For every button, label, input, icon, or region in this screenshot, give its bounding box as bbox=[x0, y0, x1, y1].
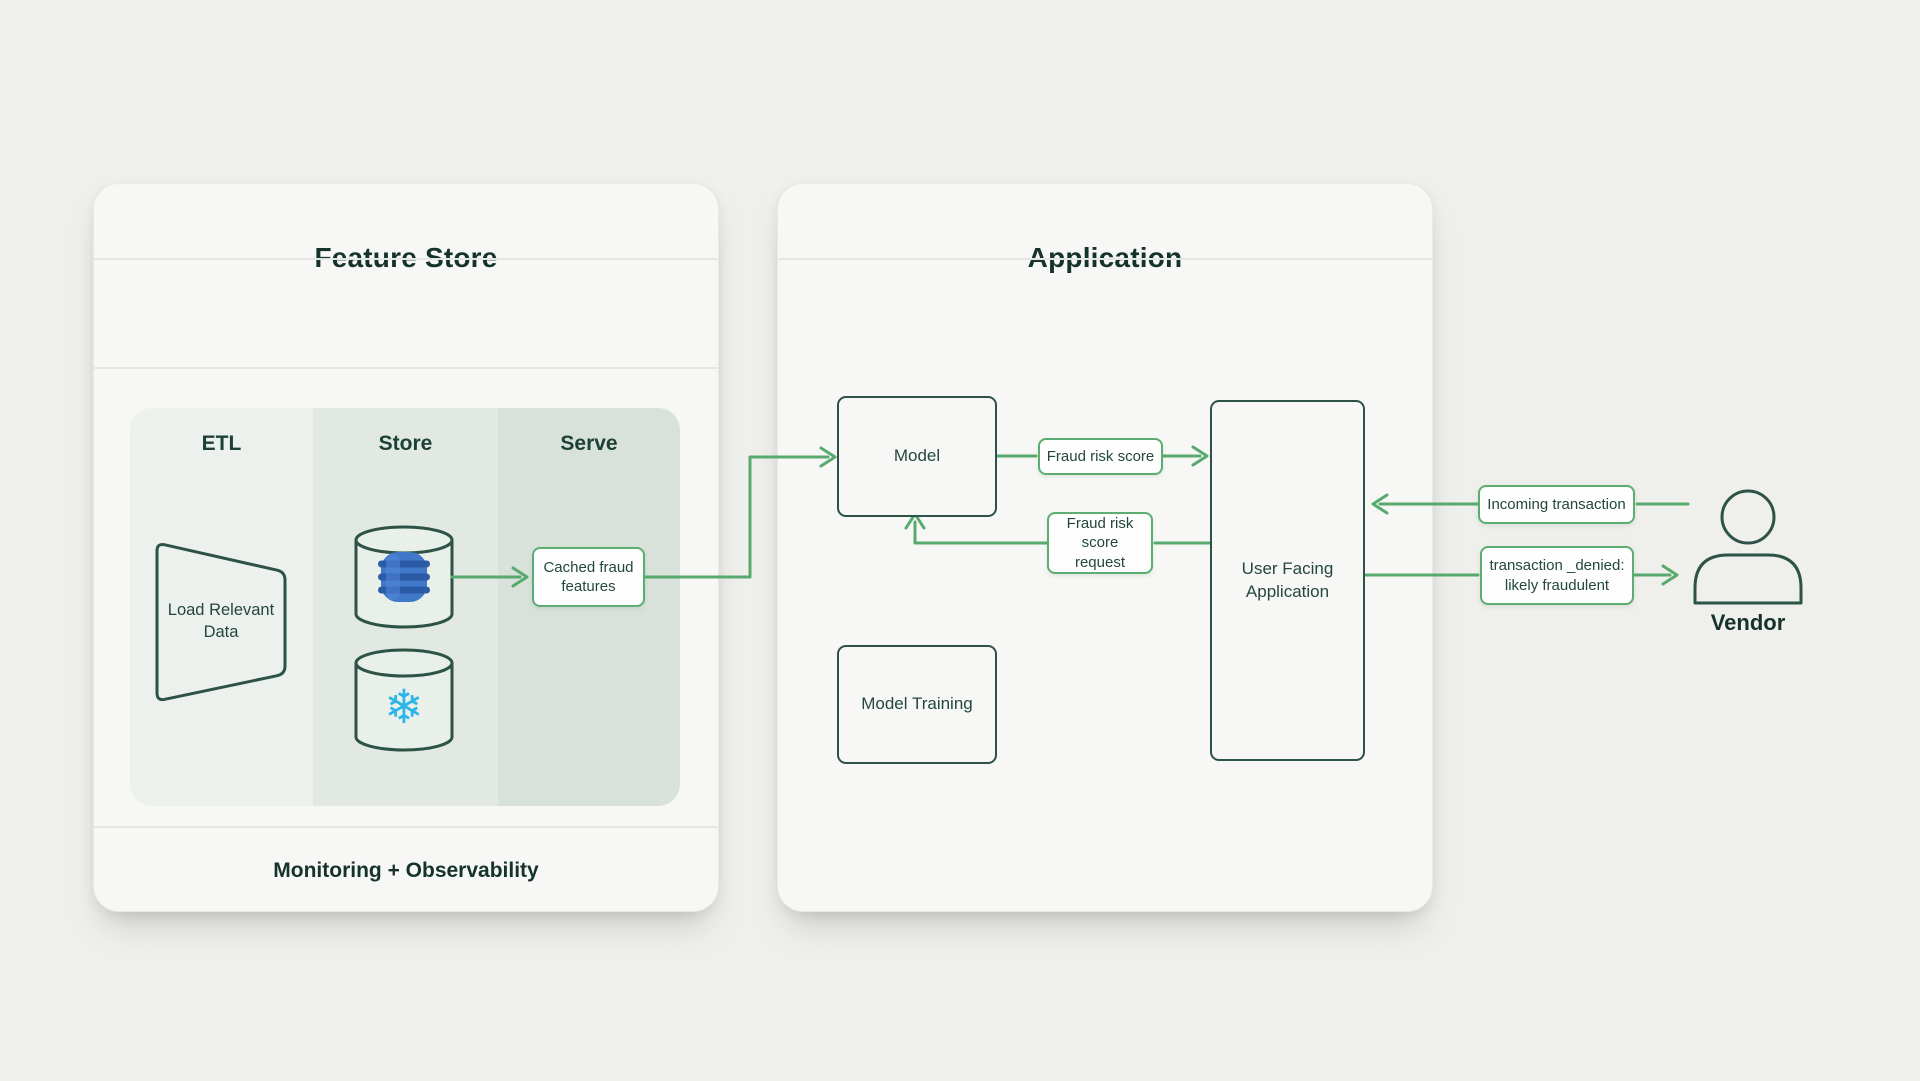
arrow-store-to-cached-features bbox=[452, 568, 527, 586]
vendor-label: Vendor bbox=[1688, 610, 1808, 636]
snowflake-icon: ❄ bbox=[384, 680, 423, 735]
load-relevant-data-label: Load Relevant Data bbox=[163, 582, 279, 662]
fraud-risk-score-label: Fraud risk score bbox=[1038, 438, 1163, 475]
arrow-score-request-to-model bbox=[906, 514, 1047, 543]
arrow-incoming-transaction-to-ufa bbox=[1373, 495, 1478, 513]
arrow-transaction-denied-to-vendor bbox=[1634, 566, 1677, 584]
vendor-icon bbox=[1695, 491, 1801, 603]
incoming-transaction-label: Incoming transaction bbox=[1478, 485, 1635, 524]
arrow-cached-features-to-model bbox=[645, 448, 835, 577]
user-facing-application-box: User Facing Application bbox=[1210, 400, 1365, 761]
model-box: Model bbox=[837, 396, 997, 517]
arrow-fraud-risk-score-to-ufa bbox=[1163, 447, 1207, 465]
cached-fraud-features-box: Cached fraud features bbox=[532, 547, 645, 607]
diagram-overlay: ❄ bbox=[0, 0, 1920, 1081]
fraud-risk-score-request-label: Fraud risk score request bbox=[1047, 512, 1153, 574]
model-training-box: Model Training bbox=[837, 645, 997, 764]
dynamodb-icon bbox=[378, 552, 430, 602]
transaction-denied-label: transaction _denied: likely fraudulent bbox=[1480, 546, 1634, 605]
architecture-diagram: Feature Store Registry Data schemas, fea… bbox=[0, 0, 1920, 1081]
